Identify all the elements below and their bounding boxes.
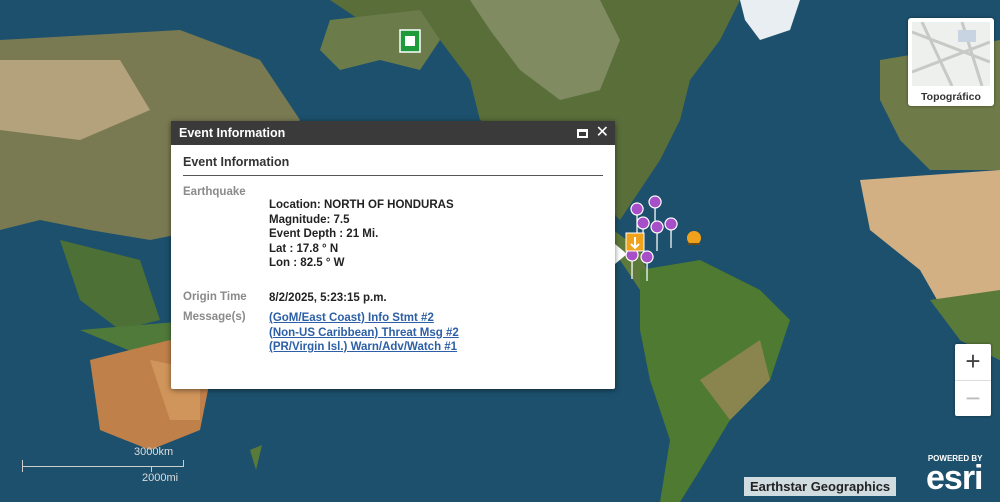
magnitude-text: Magnitude: 7.5 [269, 213, 350, 226]
messages-label: Message(s) [183, 311, 246, 323]
popup-header-title: Event Information [179, 126, 286, 140]
location-text: Location: NORTH OF HONDURAS [269, 199, 454, 211]
depth-text: Event Depth : 21 Mi. [269, 228, 379, 240]
scale-bar: 3000km 2000mi [22, 446, 184, 486]
esri-logo: POWERED BY esri [926, 454, 983, 497]
attribution: Earthstar Geographics [744, 477, 897, 496]
maximize-icon[interactable] [576, 128, 588, 138]
close-icon[interactable]: ✕ [596, 125, 609, 141]
facility-marker[interactable] [399, 29, 421, 53]
lon-text: Lon : 82.5 ° W [269, 257, 345, 269]
origin-value: 8/2/2025, 5:23:15 p.m. [269, 291, 387, 304]
basemap-thumbnail [912, 22, 990, 86]
zoom-in-button[interactable]: + [955, 344, 991, 380]
popup-title: Event Information [183, 155, 603, 176]
scale-km: 3000km [134, 446, 174, 458]
scale-mi: 2000mi [142, 472, 179, 484]
message-link[interactable]: (Non-US Caribbean) Threat Msg #2 [269, 326, 459, 341]
zoom-out-button[interactable]: − [955, 380, 991, 417]
basemap-label: Topográfico [921, 91, 981, 103]
esri-name: esri [926, 459, 983, 497]
message-link[interactable]: (PR/Virgin Isl.) Warn/Adv/Watch #1 [269, 340, 459, 355]
basemap-toggle[interactable]: Topográfico [908, 18, 994, 106]
event-popup: Event Information ✕ Event Information Ea… [171, 121, 615, 389]
popup-pointer [615, 244, 627, 264]
section-label: Earthquake [183, 186, 246, 198]
zoom-control: + − [955, 344, 991, 416]
message-link[interactable]: (GoM/East Coast) Info Stmt #2 [269, 311, 459, 326]
origin-label: Origin Time [183, 290, 247, 303]
lat-text: Lat : 17.8 ° N [269, 242, 339, 255]
popup-header: Event Information ✕ [171, 121, 615, 145]
